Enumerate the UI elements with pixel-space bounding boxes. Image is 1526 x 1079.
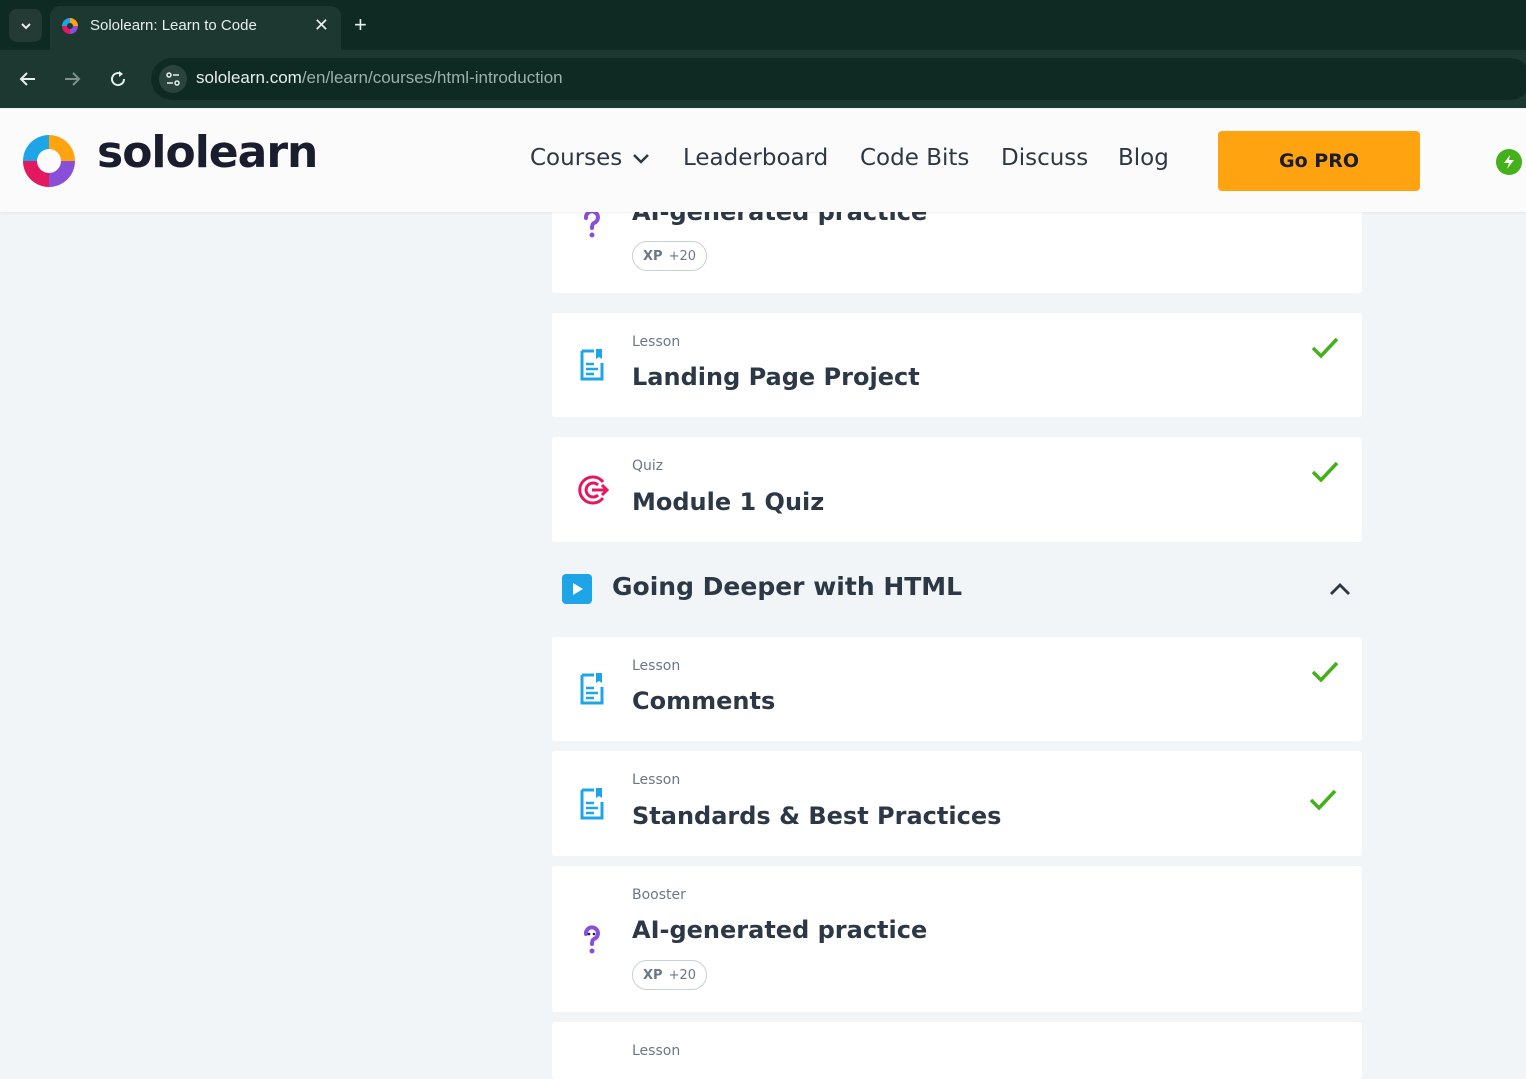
card-type: Lesson: [632, 1043, 681, 1059]
tab-close-button[interactable]: ✕: [314, 15, 329, 36]
card-type: Lesson: [632, 334, 681, 350]
target-icon: [578, 475, 610, 505]
chevron-up-icon[interactable]: [1328, 577, 1352, 601]
card-type: Quiz: [632, 458, 664, 474]
bolt-icon[interactable]: [1496, 149, 1522, 175]
module-title: Going Deeper with HTML: [612, 572, 963, 601]
xp-label: XP: [643, 248, 663, 264]
forward-button[interactable]: [58, 65, 86, 93]
checkmark-icon: [1311, 337, 1339, 359]
lesson-card[interactable]: Lesson Comments: [552, 637, 1362, 741]
play-icon: [562, 574, 592, 604]
card-type: Lesson: [632, 658, 681, 674]
card-type: Booster: [632, 887, 686, 903]
booster-card[interactable]: Booster AI-generated practice XP +20: [552, 866, 1362, 1012]
lesson-doc-icon: [580, 673, 604, 705]
nav-discuss[interactable]: Discuss: [1001, 145, 1088, 171]
chevron-down-icon: [633, 153, 650, 164]
lesson-card[interactable]: Lesson Standards & Best Practices: [552, 751, 1362, 856]
lesson-doc-icon: [580, 788, 604, 820]
card-title: Comments: [632, 687, 776, 715]
back-button[interactable]: [14, 65, 42, 93]
browser-tab[interactable]: Sololearn: Learn to Code ✕: [50, 6, 341, 50]
lesson-card[interactable]: Lesson Landing Page Project: [552, 313, 1362, 417]
card-title: Module 1 Quiz: [632, 488, 825, 516]
xp-value: +20: [668, 248, 696, 264]
question-mark-icon: [584, 925, 600, 954]
nav-leaderboard[interactable]: Leaderboard: [683, 145, 828, 171]
lesson-card[interactable]: Lesson: [552, 1022, 1362, 1079]
card-title: Landing Page Project: [632, 363, 920, 391]
address-bar[interactable]: sololearn.com/en/learn/courses/html-intr…: [151, 58, 1526, 100]
site-header: sololearn Courses Leaderboard Code Bits …: [0, 109, 1526, 212]
logo-wordmark[interactable]: sololearn: [97, 127, 318, 178]
lightning-icon: [1504, 155, 1514, 169]
go-pro-button[interactable]: Go PRO: [1218, 131, 1420, 191]
lesson-doc-icon: [580, 349, 604, 381]
tune-icon: [166, 72, 180, 86]
url-path: /en/learn/courses/html-introduction: [301, 68, 563, 87]
nav-courses[interactable]: Courses: [530, 145, 650, 171]
xp-badge: XP +20: [632, 960, 707, 990]
checkmark-icon: [1309, 789, 1337, 811]
module-header[interactable]: Going Deeper with HTML: [552, 565, 1362, 613]
site-info-button[interactable]: [159, 65, 187, 93]
tab-search-button[interactable]: [9, 9, 42, 42]
sololearn-favicon-icon: [62, 18, 78, 34]
url-text[interactable]: sololearn.com/en/learn/courses/html-intr…: [196, 68, 563, 88]
back-arrow-icon: [19, 72, 35, 86]
nav-courses-label: Courses: [530, 145, 623, 171]
card-type: Lesson: [632, 772, 681, 788]
checkmark-icon: [1311, 461, 1339, 483]
play-triangle: [573, 583, 583, 595]
tab-title: Sololearn: Learn to Code: [90, 17, 257, 34]
forward-arrow-icon: [65, 72, 81, 86]
card-title: Standards & Best Practices: [632, 802, 1002, 830]
checkmark-icon: [1311, 661, 1339, 683]
nav-blog[interactable]: Blog: [1118, 145, 1169, 171]
card-title: AI-generated practice: [632, 916, 928, 944]
xp-label: XP: [643, 967, 663, 983]
new-tab-button[interactable]: +: [354, 12, 367, 38]
nav-code-bits[interactable]: Code Bits: [860, 145, 969, 171]
chevron-down-icon: [20, 22, 31, 29]
xp-badge: XP +20: [632, 241, 707, 271]
browser-toolbar: sololearn.com/en/learn/courses/html-intr…: [0, 50, 1526, 108]
url-host: sololearn.com: [196, 68, 302, 87]
quiz-card[interactable]: Quiz Module 1 Quiz: [552, 437, 1362, 542]
reload-icon: [111, 71, 126, 87]
xp-value: +20: [668, 967, 696, 983]
reload-button[interactable]: [104, 65, 132, 93]
browser-tab-bar: Sololearn: Learn to Code ✕ +: [0, 0, 1526, 50]
sololearn-logo-icon[interactable]: [19, 131, 79, 191]
